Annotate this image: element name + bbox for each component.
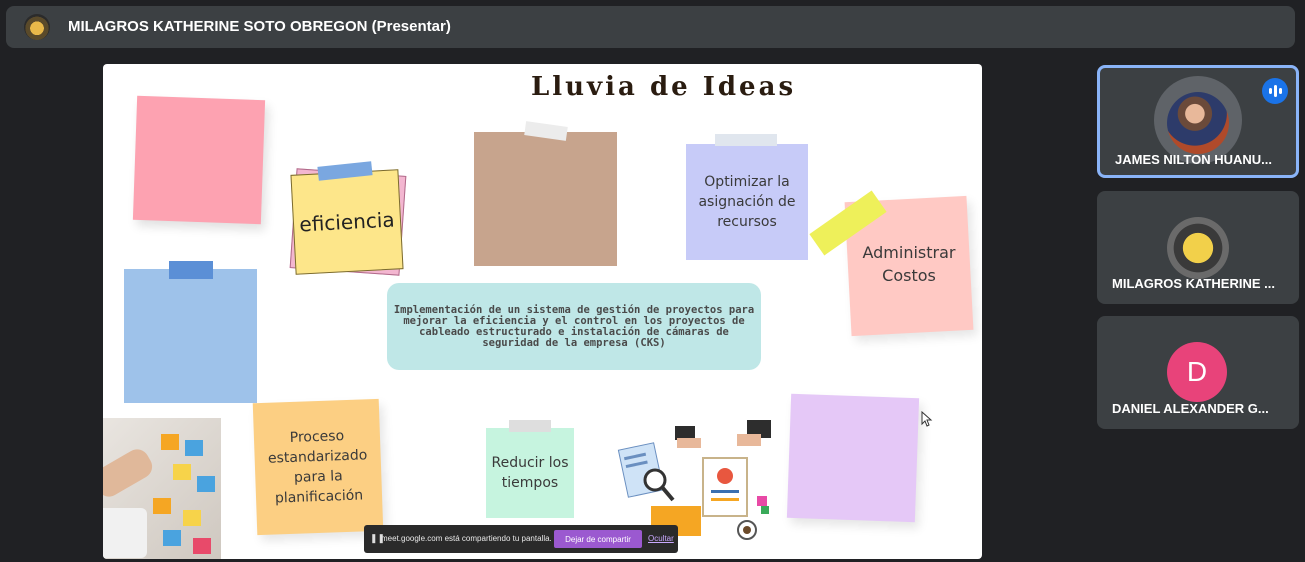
hide-link[interactable]: Ocultar: [648, 534, 674, 543]
share-message: meet.google.com está compartiendo tu pan…: [381, 534, 552, 543]
mouse-cursor-icon: [921, 411, 933, 427]
sticky-note-pink: [132, 95, 266, 225]
tape: [169, 261, 213, 279]
note-text-optimizar: Optimizar la asignación de recursos: [698, 174, 796, 230]
presenter-avatar: [24, 14, 50, 40]
sticky-note-blue: [124, 269, 257, 403]
note-text-administrar: Administrar Costos: [862, 243, 956, 285]
central-idea-text: Implementación de un sistema de gestión …: [393, 303, 755, 349]
brainstorm-photo: [103, 418, 221, 559]
participant-tile[interactable]: JAMES NILTON HUANU...: [1097, 65, 1299, 178]
avatar: [1167, 92, 1229, 154]
slide-title: Lluvia de Ideas: [531, 72, 797, 102]
participant-name: JAMES NILTON HUANU...: [1115, 152, 1272, 167]
screen-share-bar: ❚❚ meet.google.com está compartiendo tu …: [364, 525, 678, 553]
note-text-eficiencia: eficiencia: [298, 207, 396, 237]
sticky-note-brown: [474, 132, 617, 266]
sticky-note-purple: [786, 393, 920, 523]
avatar: [1167, 217, 1229, 279]
speaking-indicator-icon: [1262, 78, 1288, 104]
note-text-reducir: Reducir los tiempos: [491, 455, 569, 491]
shared-slide: Lluvia de Ideas eficiencia Optimizar la …: [103, 64, 982, 559]
participant-tile[interactable]: MILAGROS KATHERINE ...: [1097, 191, 1299, 304]
participant-name: DANIEL ALEXANDER G...: [1112, 401, 1269, 416]
stop-sharing-button[interactable]: Dejar de compartir: [554, 530, 642, 548]
presenter-title: MILAGROS KATHERINE SOTO OBREGON (Present…: [68, 18, 451, 35]
participant-tile[interactable]: D DANIEL ALEXANDER G...: [1097, 316, 1299, 429]
participant-name: MILAGROS KATHERINE ...: [1112, 276, 1275, 291]
avatar: D: [1167, 342, 1227, 402]
note-text-proceso: Proceso estandarizado para la planificac…: [267, 428, 368, 507]
presenter-bar: MILAGROS KATHERINE SOTO OBREGON (Present…: [6, 6, 1295, 48]
